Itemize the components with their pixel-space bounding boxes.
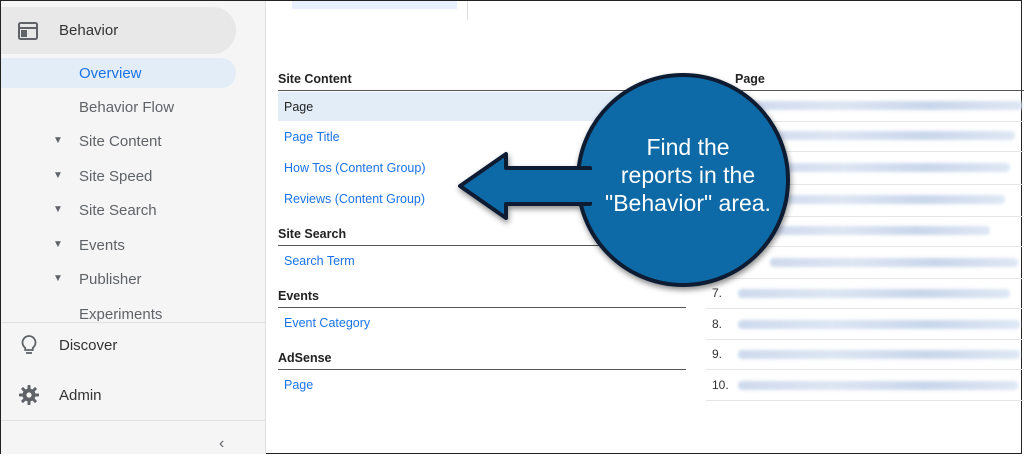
report-link-event-category[interactable]: Event Category xyxy=(284,316,370,330)
sidebar-item-site-search[interactable]: ▼ Site Search xyxy=(1,197,241,225)
sidebar-item-label: Publisher xyxy=(79,271,142,288)
callout-line: Find the xyxy=(646,134,730,160)
sidebar-item-publisher[interactable]: ▼ Publisher xyxy=(1,266,241,294)
sidebar-divider xyxy=(1,420,266,421)
blurred-page-url xyxy=(770,258,1018,267)
report-link-page-title[interactable]: Page Title xyxy=(284,130,340,144)
report-link-search-term[interactable]: Search Term xyxy=(284,254,355,268)
table-row-number: 8. xyxy=(712,317,723,331)
section-rule xyxy=(278,307,686,308)
gear-icon xyxy=(19,385,39,405)
behavior-icon xyxy=(18,22,38,40)
section-header-adsense: AdSense xyxy=(278,351,332,365)
sidebar-item-behavior-flow[interactable]: Behavior Flow xyxy=(1,94,241,122)
top-tab-remnant xyxy=(292,1,457,9)
table-row-number: 10. xyxy=(712,378,729,392)
sidebar-item-discover[interactable]: Discover xyxy=(1,328,261,364)
section-header-site-search: Site Search xyxy=(278,227,347,241)
sidebar-item-site-speed[interactable]: ▼ Site Speed xyxy=(1,163,241,191)
report-link-adsense-page[interactable]: Page xyxy=(284,378,313,392)
section-header-events: Events xyxy=(278,289,319,303)
section-rule xyxy=(278,369,686,370)
sidebar-item-admin[interactable]: Admin xyxy=(1,378,261,414)
caret-down-icon: ▼ xyxy=(53,273,63,284)
callout-line: reports in the xyxy=(620,162,756,188)
blurred-page-url xyxy=(770,226,990,235)
callout-text: Find the reports in the "Behavior" area. xyxy=(583,133,793,217)
sidebar-item-site-content[interactable]: ▼ Site Content xyxy=(1,128,241,156)
sidebar-item-label: Behavior xyxy=(59,22,119,39)
caret-down-icon: ▼ xyxy=(53,135,63,146)
table-row-divider xyxy=(706,369,1024,370)
sidebar-item-overview[interactable]: Overview xyxy=(1,58,236,88)
lightbulb-icon xyxy=(21,335,37,354)
top-divider xyxy=(467,1,468,20)
sidebar-item-label: Discover xyxy=(59,337,118,354)
sidebar: Behavior Overview Behavior Flow ▼ Site C… xyxy=(1,1,266,454)
sidebar-item-label: Behavior Flow xyxy=(79,99,175,116)
sidebar-divider xyxy=(1,322,266,323)
report-link-reviews[interactable]: Reviews (Content Group) xyxy=(284,192,425,206)
table-row-divider xyxy=(706,400,1024,401)
callout-line: "Behavior" area. xyxy=(605,190,771,216)
table-row-divider xyxy=(706,339,1024,340)
report-item-label: Page xyxy=(284,100,314,114)
sidebar-item-label: Experiments xyxy=(79,306,163,321)
blurred-page-url xyxy=(738,350,1020,359)
sidebar-item-label: Admin xyxy=(59,387,102,404)
sidebar-item-label: Events xyxy=(79,237,125,254)
sidebar-item-label: Site Content xyxy=(79,133,162,150)
collapse-sidebar-icon[interactable]: ‹ xyxy=(219,435,224,453)
report-link-how-tos[interactable]: How Tos (Content Group) xyxy=(284,161,426,175)
table-row-number: 9. xyxy=(712,347,723,361)
blurred-page-url xyxy=(738,320,1020,329)
section-header-site-content: Site Content xyxy=(278,72,352,86)
sidebar-item-experiments[interactable]: Experiments xyxy=(1,301,241,321)
sidebar-item-behavior[interactable]: Behavior xyxy=(1,7,236,54)
sidebar-item-label: Site Speed xyxy=(79,168,153,185)
sidebar-item-label: Site Search xyxy=(79,202,157,219)
blurred-page-url xyxy=(738,381,1018,390)
table-row-divider xyxy=(706,308,1024,309)
sidebar-item-events[interactable]: ▼ Events xyxy=(1,232,241,260)
sidebar-item-label: Overview xyxy=(79,65,142,82)
caret-down-icon: ▼ xyxy=(53,204,63,215)
caret-down-icon: ▼ xyxy=(53,239,63,250)
caret-down-icon: ▼ xyxy=(53,170,63,181)
